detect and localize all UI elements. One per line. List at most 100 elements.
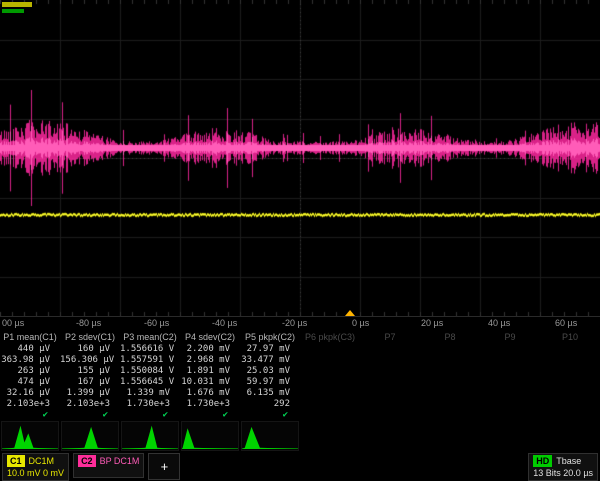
measure-row: 363.98 µV156.306 µV1.557591 V2.968 mV33.… [0, 355, 600, 366]
measure-value [420, 344, 480, 355]
c2-badge[interactable]: C2 [78, 455, 96, 467]
tbase-scale: 20.0 µs [563, 468, 593, 478]
status-check-icon: ✔ [180, 410, 240, 420]
measure-value [540, 366, 600, 377]
trigger-marker[interactable] [345, 310, 355, 316]
channel-c1-descriptor[interactable]: C1DC1M 10.0 mV 0 mV [2, 453, 69, 481]
measure-value [420, 388, 480, 399]
waveform-canvas [0, 0, 600, 316]
measure-value: 1.676 mV [180, 388, 240, 399]
time-label: 60 µs [555, 318, 577, 328]
bottom-bar: C1DC1M 10.0 mV 0 mV C2 BP DC1M + HD Tbase … [0, 452, 600, 481]
time-label: -20 µs [282, 318, 307, 328]
measure-value: 1.730e+3 [180, 399, 240, 410]
time-axis: 00 µs-80 µs-60 µs-40 µs-20 µs0 µs20 µs40… [0, 317, 600, 331]
param-header[interactable]: P10 [540, 331, 600, 344]
status-check-icon [540, 410, 600, 420]
measure-row: 2.103e+32.103e+31.730e+31.730e+3292 [0, 399, 600, 410]
measure-value: 1.730e+3 [120, 399, 180, 410]
timebase-descriptor[interactable]: HD Tbase 13 Bits 20.0 µs [528, 453, 598, 481]
measure-value: 1.556645 V [120, 377, 180, 388]
param-header[interactable]: P2 sdev(C1) [60, 331, 120, 344]
time-label: 00 µs [2, 318, 24, 328]
status-check-icon: ✔ [120, 410, 180, 420]
logo-bar-green [2, 9, 24, 13]
measure-value: 474 µV [0, 377, 60, 388]
channel-c2-descriptor[interactable]: C2 BP DC1M [73, 453, 144, 478]
param-header[interactable]: P9 [480, 331, 540, 344]
measure-value: 1.399 µV [60, 388, 120, 399]
param-header[interactable]: P5 pkpk(C2) [240, 331, 300, 344]
measure-value [540, 377, 600, 388]
measure-body: 440 µV160 µV1.556616 V2.200 mV27.97 mV36… [0, 344, 600, 410]
measure-row: 263 µV155 µV1.550084 V1.891 mV25.03 mV [0, 366, 600, 377]
measure-value: 2.200 mV [180, 344, 240, 355]
histicon[interactable] [241, 421, 299, 451]
param-header[interactable]: P8 [420, 331, 480, 344]
status-check-icon [300, 410, 360, 420]
measure-value [360, 344, 420, 355]
time-label: -80 µs [76, 318, 101, 328]
measure-value [300, 355, 360, 366]
measure-value [480, 377, 540, 388]
waveform-display[interactable] [0, 0, 600, 317]
measure-value: 1.557591 V [120, 355, 180, 366]
measure-value [540, 355, 600, 366]
time-label: -60 µs [144, 318, 169, 328]
histicon[interactable] [61, 421, 119, 451]
histicon[interactable] [181, 421, 239, 451]
measure-value: 6.135 mV [240, 388, 300, 399]
measure-value [360, 355, 420, 366]
measure-value [540, 388, 600, 399]
measure-value: 292 [240, 399, 300, 410]
time-label: 20 µs [421, 318, 443, 328]
measure-value: 2.103e+3 [60, 399, 120, 410]
measure-value [360, 388, 420, 399]
measure-value [480, 388, 540, 399]
time-label: 40 µs [488, 318, 510, 328]
measure-value [480, 366, 540, 377]
measure-value: 1.891 mV [180, 366, 240, 377]
measure-value [540, 344, 600, 355]
status-check-icon: ✔ [60, 410, 120, 420]
measure-value [420, 377, 480, 388]
measure-header: P1 mean(C1)P2 sdev(C1)P3 mean(C2)P4 sdev… [0, 331, 600, 344]
measure-value: 263 µV [0, 366, 60, 377]
measure-value [480, 355, 540, 366]
histicon[interactable] [121, 421, 179, 451]
status-check-icon [420, 410, 480, 420]
c1-scale: 10.0 mV [7, 468, 41, 478]
measure-row: 440 µV160 µV1.556616 V2.200 mV27.97 mV [0, 344, 600, 355]
measure-value [360, 377, 420, 388]
histicon-row [0, 420, 600, 452]
measure-value [300, 399, 360, 410]
histicon[interactable] [1, 421, 59, 451]
measure-value [420, 366, 480, 377]
hd-badge: HD [533, 455, 552, 467]
measure-value: 33.477 mV [240, 355, 300, 366]
measure-value: 1.339 mV [120, 388, 180, 399]
param-header[interactable]: P6 pkpk(C3) [300, 331, 360, 344]
param-header[interactable]: P4 sdev(C2) [180, 331, 240, 344]
c1-badge[interactable]: C1 [7, 455, 25, 467]
time-label: 0 µs [352, 318, 369, 328]
measure-value: 167 µV [60, 377, 120, 388]
status-check-icon: ✔ [0, 410, 60, 420]
param-header[interactable]: P7 [360, 331, 420, 344]
tbase-bits: 13 Bits [533, 468, 561, 478]
logo-bar-yellow [2, 2, 32, 7]
measure-value: 2.968 mV [180, 355, 240, 366]
status-row: ✔✔✔✔✔ [0, 410, 600, 420]
tbase-label: Tbase [556, 456, 581, 466]
param-header[interactable]: P3 mean(C2) [120, 331, 180, 344]
measure-value [420, 399, 480, 410]
measure-value [300, 388, 360, 399]
c2-coupling: BP DC1M [100, 456, 140, 466]
measure-value: 25.03 mV [240, 366, 300, 377]
cursor-marker[interactable]: + [148, 453, 180, 480]
measure-value: 160 µV [60, 344, 120, 355]
measure-value [360, 366, 420, 377]
measure-value: 27.97 mV [240, 344, 300, 355]
measure-value [540, 399, 600, 410]
param-header[interactable]: P1 mean(C1) [0, 331, 60, 344]
